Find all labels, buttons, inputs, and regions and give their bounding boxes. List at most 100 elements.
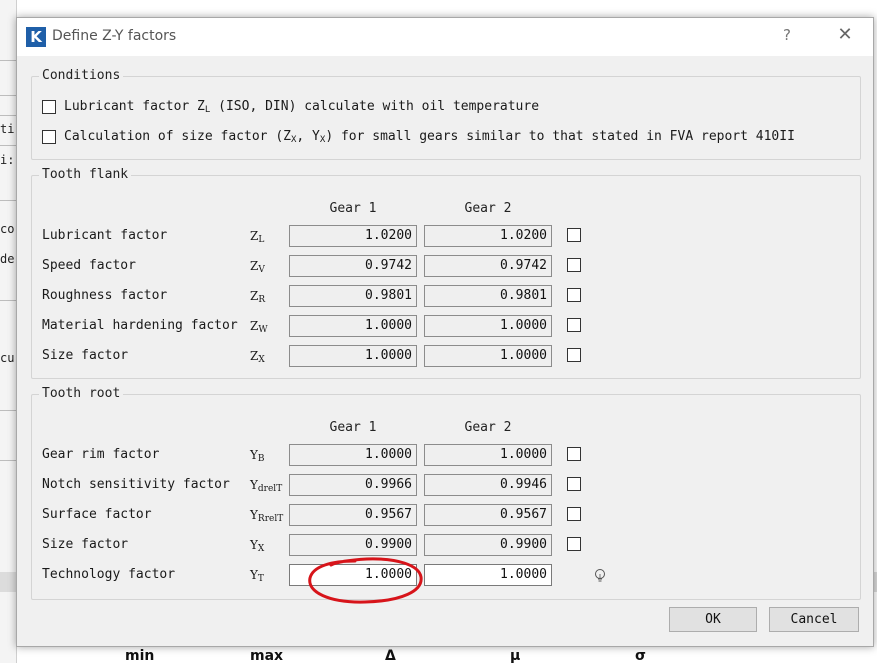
gear-rim-factor-symbol: YB xyxy=(250,448,265,464)
background-divider xyxy=(0,60,16,61)
flank-size-factor-label: Size factor xyxy=(42,348,129,363)
close-button[interactable]: ✕ xyxy=(831,24,859,50)
technology-factor-symbol: YT xyxy=(250,568,264,584)
material-hardening-factor-label: Material hardening factor xyxy=(42,318,238,333)
surface-factor-symbol: YRrelT xyxy=(250,508,283,524)
lubricant-factor-gear2-field: 1.0200 xyxy=(424,225,552,247)
cancel-button[interactable]: Cancel xyxy=(769,607,859,632)
roughness-factor-override-checkbox[interactable] xyxy=(567,288,581,302)
symbol-letter: Y xyxy=(250,448,258,462)
speed-factor-gear2-field: 0.9742 xyxy=(424,255,552,277)
label-text: Lubricant factor Z xyxy=(64,99,205,114)
app-logo-icon: K xyxy=(26,27,46,47)
tooth-flank-group: Tooth flank Gear 1 Gear 2 Lubricant fact… xyxy=(31,167,861,379)
background-header-max: max xyxy=(250,648,284,664)
background-divider xyxy=(0,145,16,146)
symbol-letter: Y xyxy=(250,478,258,492)
root-size-factor-override-checkbox[interactable] xyxy=(567,537,581,551)
notch-sensitivity-factor-symbol: YdrelT xyxy=(250,478,282,494)
flank-size-factor-override-checkbox[interactable] xyxy=(567,348,581,362)
background-divider xyxy=(0,200,16,201)
symbol-subscript: W xyxy=(258,325,268,335)
notch-sensitivity-factor-override-checkbox[interactable] xyxy=(567,477,581,491)
symbol-subscript: L xyxy=(258,235,265,245)
red-circle-annotation-icon xyxy=(308,557,423,604)
background-header-mu: μ xyxy=(510,648,521,664)
gear-rim-factor-label: Gear rim factor xyxy=(42,447,160,462)
gear2-column-header: Gear 2 xyxy=(464,420,512,435)
roughness-factor-label: Roughness factor xyxy=(42,288,168,303)
technology-factor-label: Technology factor xyxy=(42,567,176,582)
lightbulb-icon[interactable] xyxy=(593,568,607,584)
material-hardening-factor-gear2-field: 1.0000 xyxy=(424,315,552,337)
tooth-root-group-title: Tooth root xyxy=(39,386,124,401)
lubricant-oil-temp-checkbox[interactable] xyxy=(42,100,56,114)
label-text: ) for small gears similar to that stated… xyxy=(325,129,795,144)
symbol-letter: Y xyxy=(250,508,258,522)
background-divider xyxy=(0,460,16,461)
background-header-delta: Δ xyxy=(385,648,396,664)
speed-factor-gear1-field: 0.9742 xyxy=(289,255,417,277)
symbol-subscript: X xyxy=(257,544,265,554)
background-app-panel xyxy=(0,0,17,663)
flank-size-factor-gear2-field: 1.0000 xyxy=(424,345,552,367)
symbol-subscript: R xyxy=(258,295,266,305)
label-text: Calculation of size factor (Z xyxy=(64,129,291,144)
background-text: cu xyxy=(0,351,15,365)
material-hardening-factor-gear1-field: 1.0000 xyxy=(289,315,417,337)
define-zy-factors-dialog: K Define Z-Y factors ? ✕ Conditions Lubr… xyxy=(16,17,874,647)
symbol-subscript: RrelT xyxy=(257,514,284,524)
symbol-letter: Y xyxy=(250,568,258,582)
conditions-group: Conditions Lubricant factor ZL (ISO, DIN… xyxy=(31,68,861,160)
speed-factor-symbol: ZV xyxy=(250,259,265,275)
roughness-factor-gear2-field: 0.9801 xyxy=(424,285,552,307)
surface-factor-label: Surface factor xyxy=(42,507,152,522)
size-factor-fva-checkbox[interactable] xyxy=(42,130,56,144)
background-divider xyxy=(0,300,16,301)
speed-factor-override-checkbox[interactable] xyxy=(567,258,581,272)
symbol-subscript: V xyxy=(258,265,265,275)
label-text: , Y xyxy=(296,129,320,144)
gear-rim-factor-gear2-field: 1.0000 xyxy=(424,444,552,466)
root-size-factor-gear2-field: 0.9900 xyxy=(424,534,552,556)
technology-factor-gear2-input[interactable]: 1.0000 xyxy=(424,564,552,586)
lubricant-oil-temp-label: Lubricant factor ZL (ISO, DIN) calculate… xyxy=(64,99,539,115)
symbol-subscript: drelT xyxy=(257,484,283,494)
help-button[interactable]: ? xyxy=(775,26,799,48)
background-text: i: xyxy=(0,153,15,167)
background-divider xyxy=(0,115,16,116)
background-header-min: min xyxy=(125,648,155,664)
notch-sensitivity-factor-gear2-field: 0.9946 xyxy=(424,474,552,496)
gear-rim-factor-override-checkbox[interactable] xyxy=(567,447,581,461)
root-size-factor-label: Size factor xyxy=(42,537,129,552)
background-header-sigma: σ xyxy=(635,648,646,664)
roughness-factor-gear1-field: 0.9801 xyxy=(289,285,417,307)
lubricant-factor-label: Lubricant factor xyxy=(42,228,168,243)
material-hardening-factor-symbol: ZW xyxy=(250,319,268,335)
background-text: co xyxy=(0,222,15,236)
lubricant-factor-gear1-field: 1.0200 xyxy=(289,225,417,247)
lubricant-factor-override-checkbox[interactable] xyxy=(567,228,581,242)
ok-button[interactable]: OK xyxy=(669,607,757,632)
surface-factor-override-checkbox[interactable] xyxy=(567,507,581,521)
symbol-subscript: B xyxy=(257,454,265,464)
notch-sensitivity-factor-gear1-field: 0.9966 xyxy=(289,474,417,496)
gear2-column-header: Gear 2 xyxy=(464,201,512,216)
gear1-column-header: Gear 1 xyxy=(329,420,377,435)
flank-size-factor-symbol: ZX xyxy=(250,349,265,365)
roughness-factor-symbol: ZR xyxy=(250,289,265,305)
root-size-factor-gear1-field: 0.9900 xyxy=(289,534,417,556)
tooth-root-group: Tooth root Gear 1 Gear 2 Gear rim factor… xyxy=(31,386,861,600)
label-text: (ISO, DIN) calculate with oil temperatur… xyxy=(210,99,540,114)
size-factor-fva-label: Calculation of size factor (ZX, YX) for … xyxy=(64,129,795,145)
conditions-group-title: Conditions xyxy=(39,68,124,83)
root-size-factor-symbol: YX xyxy=(250,538,264,554)
flank-size-factor-gear1-field: 1.0000 xyxy=(289,345,417,367)
dialog-title: Define Z-Y factors xyxy=(52,28,177,44)
title-bar: K Define Z-Y factors ? ✕ xyxy=(17,18,873,56)
material-hardening-factor-override-checkbox[interactable] xyxy=(567,318,581,332)
gear-rim-factor-gear1-field: 1.0000 xyxy=(289,444,417,466)
symbol-letter: Y xyxy=(250,538,258,552)
gear1-column-header: Gear 1 xyxy=(329,201,377,216)
background-divider xyxy=(0,410,16,411)
